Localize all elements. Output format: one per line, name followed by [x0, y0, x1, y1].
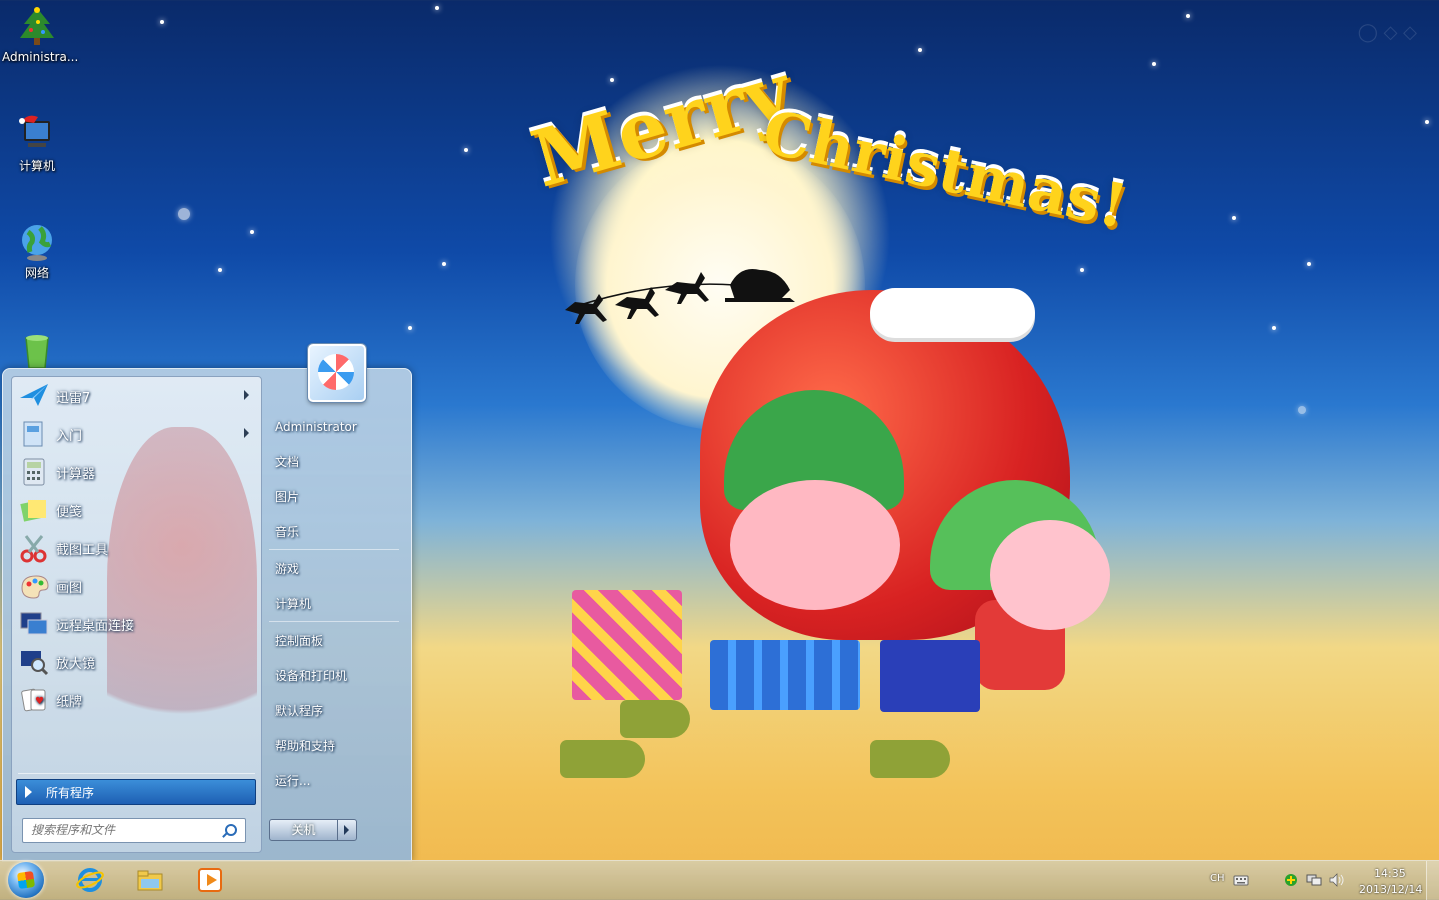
search-input[interactable]	[23, 819, 221, 840]
program-label: 便笺	[56, 504, 83, 520]
triangle-right-icon	[25, 786, 32, 798]
places-item-devices-printers[interactable]: 设备和打印机	[267, 662, 403, 697]
sticky-notes-icon	[20, 500, 46, 522]
program-solitaire[interactable]: ♥ 纸牌	[12, 681, 261, 719]
language-indicator[interactable]: CH	[1210, 873, 1225, 884]
computer-icon	[19, 115, 50, 147]
program-sticky-notes[interactable]: 便笺	[12, 491, 261, 529]
system-tray: CH 14:35 2013/12/14	[1199, 861, 1439, 900]
desktop-icon-label: 计算机	[18, 159, 55, 173]
magnifier-icon	[21, 651, 49, 676]
file-explorer-icon	[137, 870, 163, 891]
getting-started-icon	[23, 421, 43, 447]
program-getting-started[interactable]: 入门	[12, 415, 261, 453]
program-snipping-tool[interactable]: 截图工具	[12, 529, 261, 567]
search-icon[interactable]	[225, 824, 237, 836]
taskbar-ie-button[interactable]	[66, 864, 114, 897]
xunlei-icon	[20, 384, 48, 406]
remote-desktop-icon	[20, 612, 48, 635]
boy-face-art	[730, 480, 900, 610]
program-remote-desktop[interactable]: 远程桌面连接	[12, 605, 261, 643]
shell-art	[560, 740, 645, 778]
gift-box-art	[572, 590, 682, 700]
desktop-icon-administrator[interactable]: Administra...	[2, 6, 79, 64]
calculator-icon	[23, 458, 45, 486]
desktop-icon-network[interactable]: 网络	[2, 220, 72, 281]
program-label: 迅雷7	[56, 390, 91, 406]
show-desktop-button[interactable]	[1426, 861, 1439, 900]
watermark-logo: ◯ ◇ ◇	[1357, 22, 1417, 43]
network-status-icon[interactable]	[1306, 873, 1322, 887]
divider	[269, 549, 399, 550]
places-item-music[interactable]: 音乐	[267, 518, 403, 553]
taskbar-media-player-button[interactable]	[186, 864, 234, 897]
snow-art	[870, 288, 1035, 338]
program-label: 计算器	[56, 466, 96, 482]
media-player-icon	[198, 868, 222, 892]
christmas-tree-icon	[20, 7, 54, 45]
start-menu-program-pane: 迅雷7 入门 计算器 便笺 截图工具 画图 远程桌面连接 放大镜 ♥ 纸牌 所有…	[11, 376, 262, 853]
program-list: 迅雷7 入门 计算器 便笺 截图工具 画图 远程桌面连接 放大镜 ♥ 纸牌	[12, 377, 261, 719]
submenu-arrow-icon[interactable]	[244, 390, 249, 400]
recycle-bin-icon	[25, 335, 49, 369]
start-menu-places-pane: Administrator 文档 图片 音乐 游戏 计算机 控制面板 设备和打印…	[267, 413, 403, 802]
divider	[269, 621, 399, 622]
gift-box-art	[710, 640, 860, 710]
windows-logo-icon	[16, 870, 36, 890]
program-calculator[interactable]: 计算器	[12, 453, 261, 491]
desktop-icon-label: Administra...	[2, 50, 79, 64]
program-xunlei[interactable]: 迅雷7	[12, 377, 261, 415]
places-item-help-support[interactable]: 帮助和支持	[267, 732, 403, 767]
places-item-documents[interactable]: 文档	[267, 448, 403, 483]
gift-box-art	[880, 640, 980, 712]
program-label: 画图	[56, 580, 83, 596]
start-menu: 迅雷7 入门 计算器 便笺 截图工具 画图 远程桌面连接 放大镜 ♥ 纸牌 所有…	[2, 344, 412, 862]
places-item-control-panel[interactable]: 控制面板	[267, 627, 403, 662]
program-label: 入门	[56, 428, 83, 444]
places-item-pictures[interactable]: 图片	[267, 483, 403, 518]
places-item-administrator[interactable]: Administrator	[267, 413, 403, 448]
clock-time[interactable]: 14:35	[1374, 867, 1406, 880]
shutdown-button-group: 关机	[269, 819, 357, 841]
all-programs-label: 所有程序	[46, 785, 95, 800]
snipping-tool-icon	[20, 535, 47, 563]
user-avatar[interactable]	[308, 344, 366, 402]
shutdown-options-arrow-icon[interactable]	[337, 820, 356, 840]
desktop-icon-label: 网络	[24, 266, 49, 280]
shell-art	[870, 740, 950, 778]
paint-icon	[21, 575, 49, 599]
solitaire-icon: ♥	[21, 688, 46, 712]
network-globe-icon	[22, 225, 52, 261]
places-item-computer[interactable]: 计算机	[267, 590, 403, 625]
keyboard-icon[interactable]	[1233, 873, 1249, 887]
girl-face-art	[990, 520, 1110, 630]
places-item-default-programs[interactable]: 默认程序	[267, 697, 403, 732]
program-label: 远程桌面连接	[56, 618, 135, 634]
program-magnifier[interactable]: 放大镜	[12, 643, 261, 681]
shutdown-button[interactable]: 关机	[270, 820, 337, 840]
clock-date[interactable]: 2013/12/14	[1359, 883, 1422, 896]
search-box[interactable]	[22, 818, 246, 843]
desktop-icon-computer[interactable]: 计算机	[2, 113, 72, 174]
taskbar-explorer-button[interactable]	[126, 864, 174, 897]
security-shield-icon[interactable]	[1283, 873, 1299, 887]
umbrella-avatar-icon	[318, 354, 354, 390]
places-item-run[interactable]: 运行...	[267, 767, 403, 802]
shell-art	[620, 700, 690, 738]
places-item-games[interactable]: 游戏	[267, 555, 403, 590]
taskbar: CH 14:35 2013/12/14	[0, 860, 1439, 900]
all-programs-button[interactable]: 所有程序	[16, 779, 256, 805]
program-label: 纸牌	[56, 694, 83, 710]
volume-icon[interactable]	[1329, 873, 1345, 887]
divider	[18, 773, 255, 774]
internet-explorer-icon	[76, 868, 104, 892]
program-paint[interactable]: 画图	[12, 567, 261, 605]
program-label: 放大镜	[56, 656, 96, 672]
start-button[interactable]	[8, 862, 44, 898]
svg-text:♥: ♥	[35, 696, 44, 707]
submenu-arrow-icon[interactable]	[244, 428, 249, 438]
program-label: 截图工具	[56, 542, 109, 558]
